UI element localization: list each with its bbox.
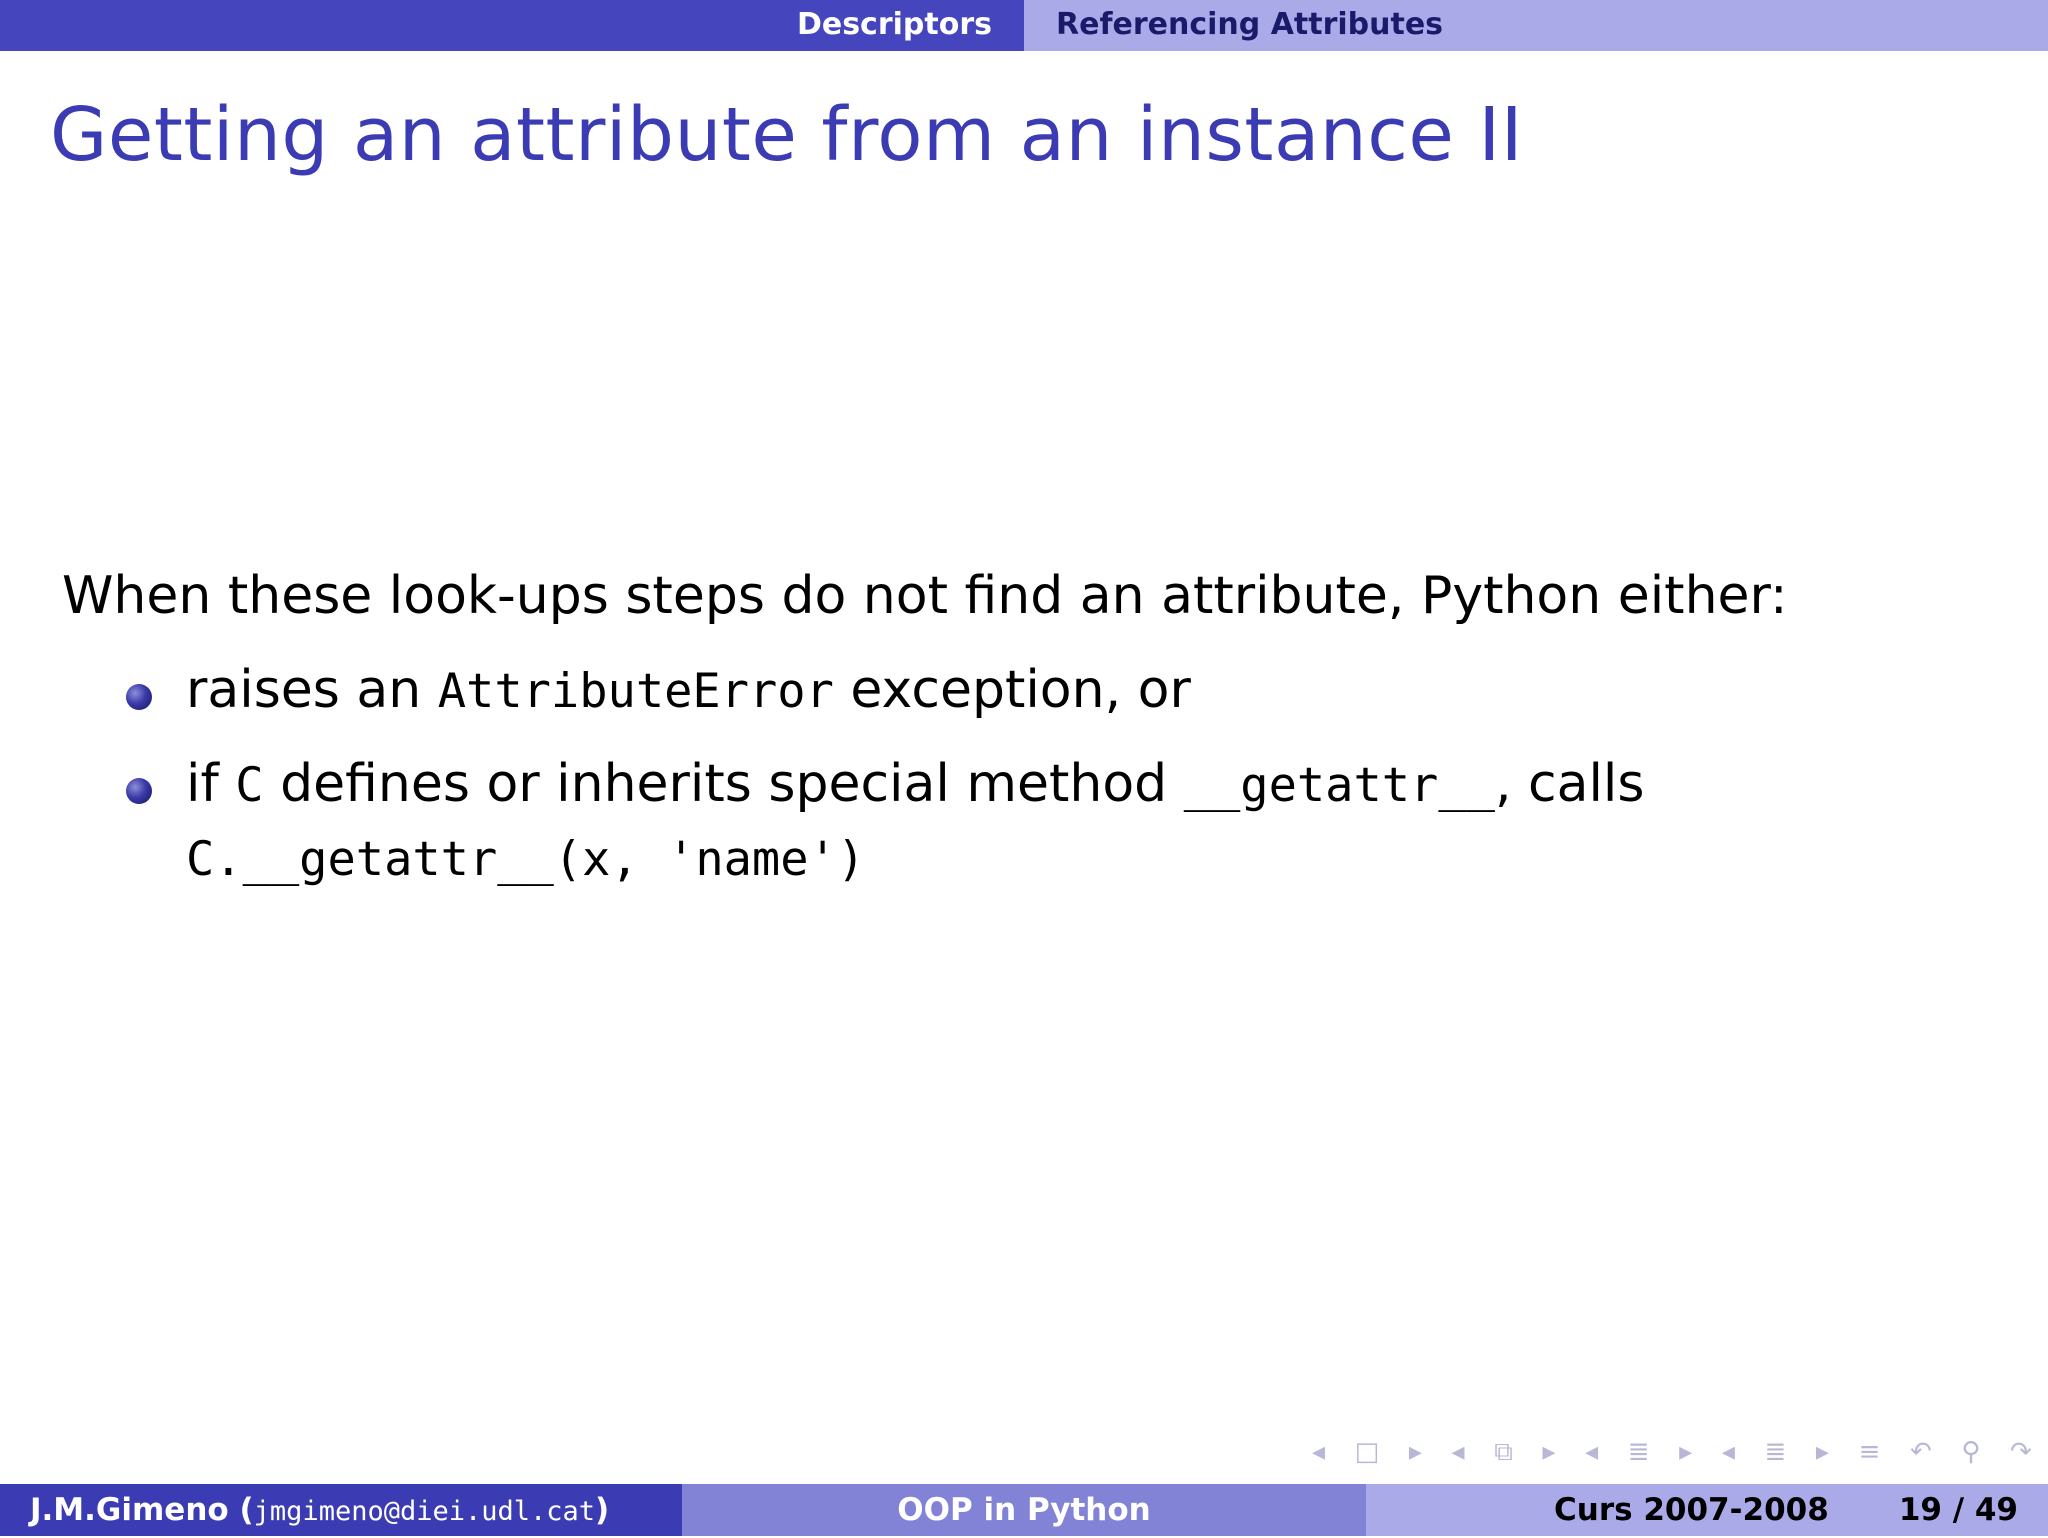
arrow-right-icon[interactable]: ▸	[1542, 1437, 1555, 1467]
subsection-icon[interactable]: ⧉	[1494, 1437, 1513, 1468]
arrow-right-icon[interactable]: ▸	[1679, 1437, 1692, 1467]
arrow-right-icon[interactable]: ▸	[1409, 1437, 1422, 1467]
search-icon[interactable]: ⚲	[1961, 1437, 1980, 1467]
footer-bar: J.M.Gimeno (jmgimeno@diei.udl.cat) OOP i…	[0, 1484, 2048, 1536]
footer-email-open: (	[239, 1492, 254, 1528]
nav-subsection-referencing-attributes[interactable]: Referencing Attributes	[1056, 0, 1443, 51]
bullet-2-code-method: __getattr__	[1183, 758, 1495, 813]
undo-icon[interactable]: ↶	[1910, 1437, 1932, 1467]
redo-icon[interactable]: ↷	[2010, 1437, 2032, 1467]
top-navigation-bar: Descriptors Referencing Attributes	[0, 0, 2048, 51]
footer-email: jmgimeno@diei.udl.cat	[253, 1496, 596, 1527]
nav-section-descriptors[interactable]: Descriptors	[797, 0, 992, 51]
section-icon[interactable]: ≣	[1628, 1437, 1650, 1467]
footer-course-box: Curs 2007-2008 19 / 49	[1366, 1484, 2048, 1536]
arrow-left-icon[interactable]: ◂	[1452, 1437, 1465, 1467]
bullet-2-text-post: , calls	[1494, 754, 1645, 814]
align-icon[interactable]: ≡	[1859, 1437, 1881, 1467]
bullet-2-code-call: C.__getattr__(x, 'name')	[186, 832, 866, 887]
document-icon[interactable]: ≣	[1764, 1437, 1786, 1467]
arrow-left-icon[interactable]: ◂	[1312, 1437, 1325, 1467]
arrow-right-icon[interactable]: ▸	[1816, 1437, 1829, 1467]
footer-author: J.M.Gimeno	[30, 1492, 229, 1528]
bullet-item-2: if C defines or inherits special method …	[126, 754, 1645, 814]
footer-email-close: )	[595, 1492, 610, 1528]
bullet-ball-icon	[126, 778, 152, 804]
footer-talk-title: OOP in Python	[682, 1484, 1366, 1536]
bullet-1-text-pre: raises an	[186, 660, 438, 720]
bullet-1-text-post: exception, or	[833, 660, 1191, 720]
intro-text: When these look-ups steps do not find an…	[62, 566, 1788, 626]
arrow-left-icon[interactable]: ◂	[1722, 1437, 1735, 1467]
footer-course: Curs 2007-2008	[1554, 1492, 1829, 1528]
bullet-ball-icon	[126, 684, 152, 710]
beamer-navigation-symbols: ◂ □ ▸ ◂ ⧉ ▸ ◂ ≣ ▸ ◂ ≣ ▸ ≡ ↶ ⚲ ↷	[1312, 1432, 2032, 1472]
frame-icon[interactable]: □	[1355, 1437, 1380, 1467]
footer-author-box: J.M.Gimeno (jmgimeno@diei.udl.cat)	[0, 1484, 682, 1536]
bullet-2-text-mid: defines or inherits special method	[263, 754, 1184, 814]
bullet-2-text-pre: if	[186, 754, 236, 814]
footer-page-number: 19 / 49	[1898, 1492, 2018, 1528]
bullet-2-code-class: C	[235, 758, 264, 813]
slide-title: Getting an attribute from an instance II	[50, 92, 1524, 178]
arrow-left-icon[interactable]: ◂	[1585, 1437, 1598, 1467]
bullet-item-1: raises an AttributeError exception, or	[126, 660, 1191, 720]
bullet-1-code: AttributeError	[437, 664, 834, 719]
